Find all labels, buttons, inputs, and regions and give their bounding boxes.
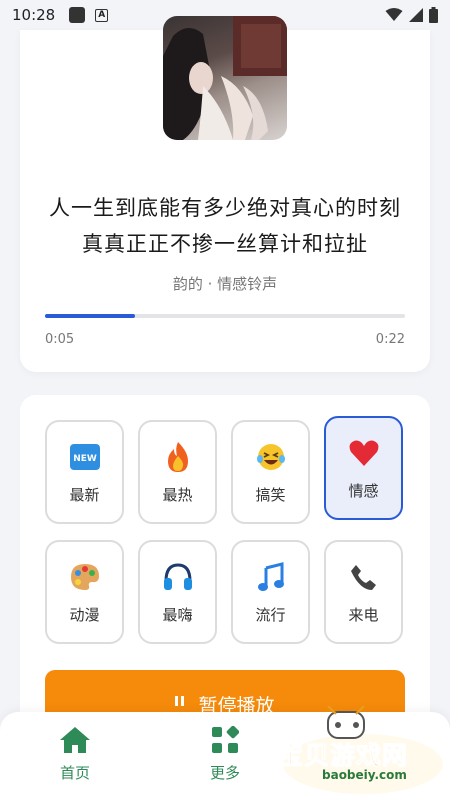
cover-image — [163, 16, 287, 140]
category-label: 最嗨 — [162, 606, 193, 624]
watermark-url: baobeiy.com — [322, 768, 407, 782]
category-label: 流行 — [255, 606, 286, 624]
fire-icon — [163, 442, 193, 472]
headphones-icon — [163, 562, 193, 592]
category-label: 搞笑 — [255, 486, 286, 504]
current-time: 0:05 — [45, 332, 75, 347]
music-note-icon — [256, 562, 286, 592]
category-anime[interactable]: 动漫 — [45, 540, 124, 644]
battery-icon — [429, 7, 438, 23]
category-ringtone[interactable]: 来电 — [324, 540, 403, 644]
new-icon: NEW — [69, 442, 100, 472]
svg-text:NEW: NEW — [73, 454, 97, 464]
nav-home[interactable]: 首页 — [40, 726, 110, 783]
heart-icon — [349, 438, 379, 468]
notification-square-icon — [69, 7, 86, 23]
signal-icon — [409, 8, 423, 22]
home-icon — [60, 727, 90, 753]
watermark-text: 宝贝游戏网 — [277, 741, 409, 771]
laughing-face-icon — [256, 442, 286, 472]
more-icon — [212, 726, 239, 753]
category-label: 来电 — [348, 606, 379, 624]
category-hot[interactable]: 最热 — [138, 420, 217, 524]
nav-more[interactable]: 更多 — [190, 726, 260, 783]
player-card: 人一生到底能有多少绝对真心的时刻 真真正正不掺一丝算计和拉扯 韵的 · 情感铃声… — [20, 16, 430, 372]
nav-home-label: 首页 — [59, 764, 90, 782]
category-label: 动漫 — [69, 606, 100, 624]
pause-icon — [175, 696, 185, 706]
category-label: 最热 — [162, 486, 193, 504]
watermark-logo: 宝贝游戏网 baobeiy.com — [276, 706, 450, 800]
song-title-line1: 人一生到底能有多少绝对真心的时刻 — [49, 196, 401, 220]
category-label: 情感 — [348, 482, 379, 500]
song-artist-category: 韵的 · 情感铃声 — [172, 275, 278, 293]
category-funny[interactable]: 搞笑 — [231, 420, 310, 524]
category-label: 最新 — [69, 486, 100, 504]
category-panel: NEW 最新 最热 搞笑 情感 动漫 最嗨 流行 来电 暂停播放 — [20, 395, 430, 735]
category-emotion[interactable]: 情感 — [324, 416, 403, 520]
wifi-icon — [385, 8, 403, 21]
progress-fill — [45, 314, 135, 318]
category-new[interactable]: NEW 最新 — [45, 420, 124, 524]
category-hype[interactable]: 最嗨 — [138, 540, 217, 644]
status-time: 10:28 — [12, 6, 56, 24]
category-pop[interactable]: 流行 — [231, 540, 310, 644]
total-time: 0:22 — [375, 332, 405, 347]
palette-icon — [70, 562, 100, 592]
phone-icon — [349, 562, 379, 592]
nav-more-label: 更多 — [209, 764, 240, 782]
song-title-line2: 真真正正不掺一丝算计和拉扯 — [82, 232, 368, 256]
song-title: 人一生到底能有多少绝对真心的时刻 真真正正不掺一丝算计和拉扯 — [20, 190, 430, 262]
progress-bar[interactable] — [45, 314, 405, 318]
notification-a-icon: A — [95, 8, 109, 22]
